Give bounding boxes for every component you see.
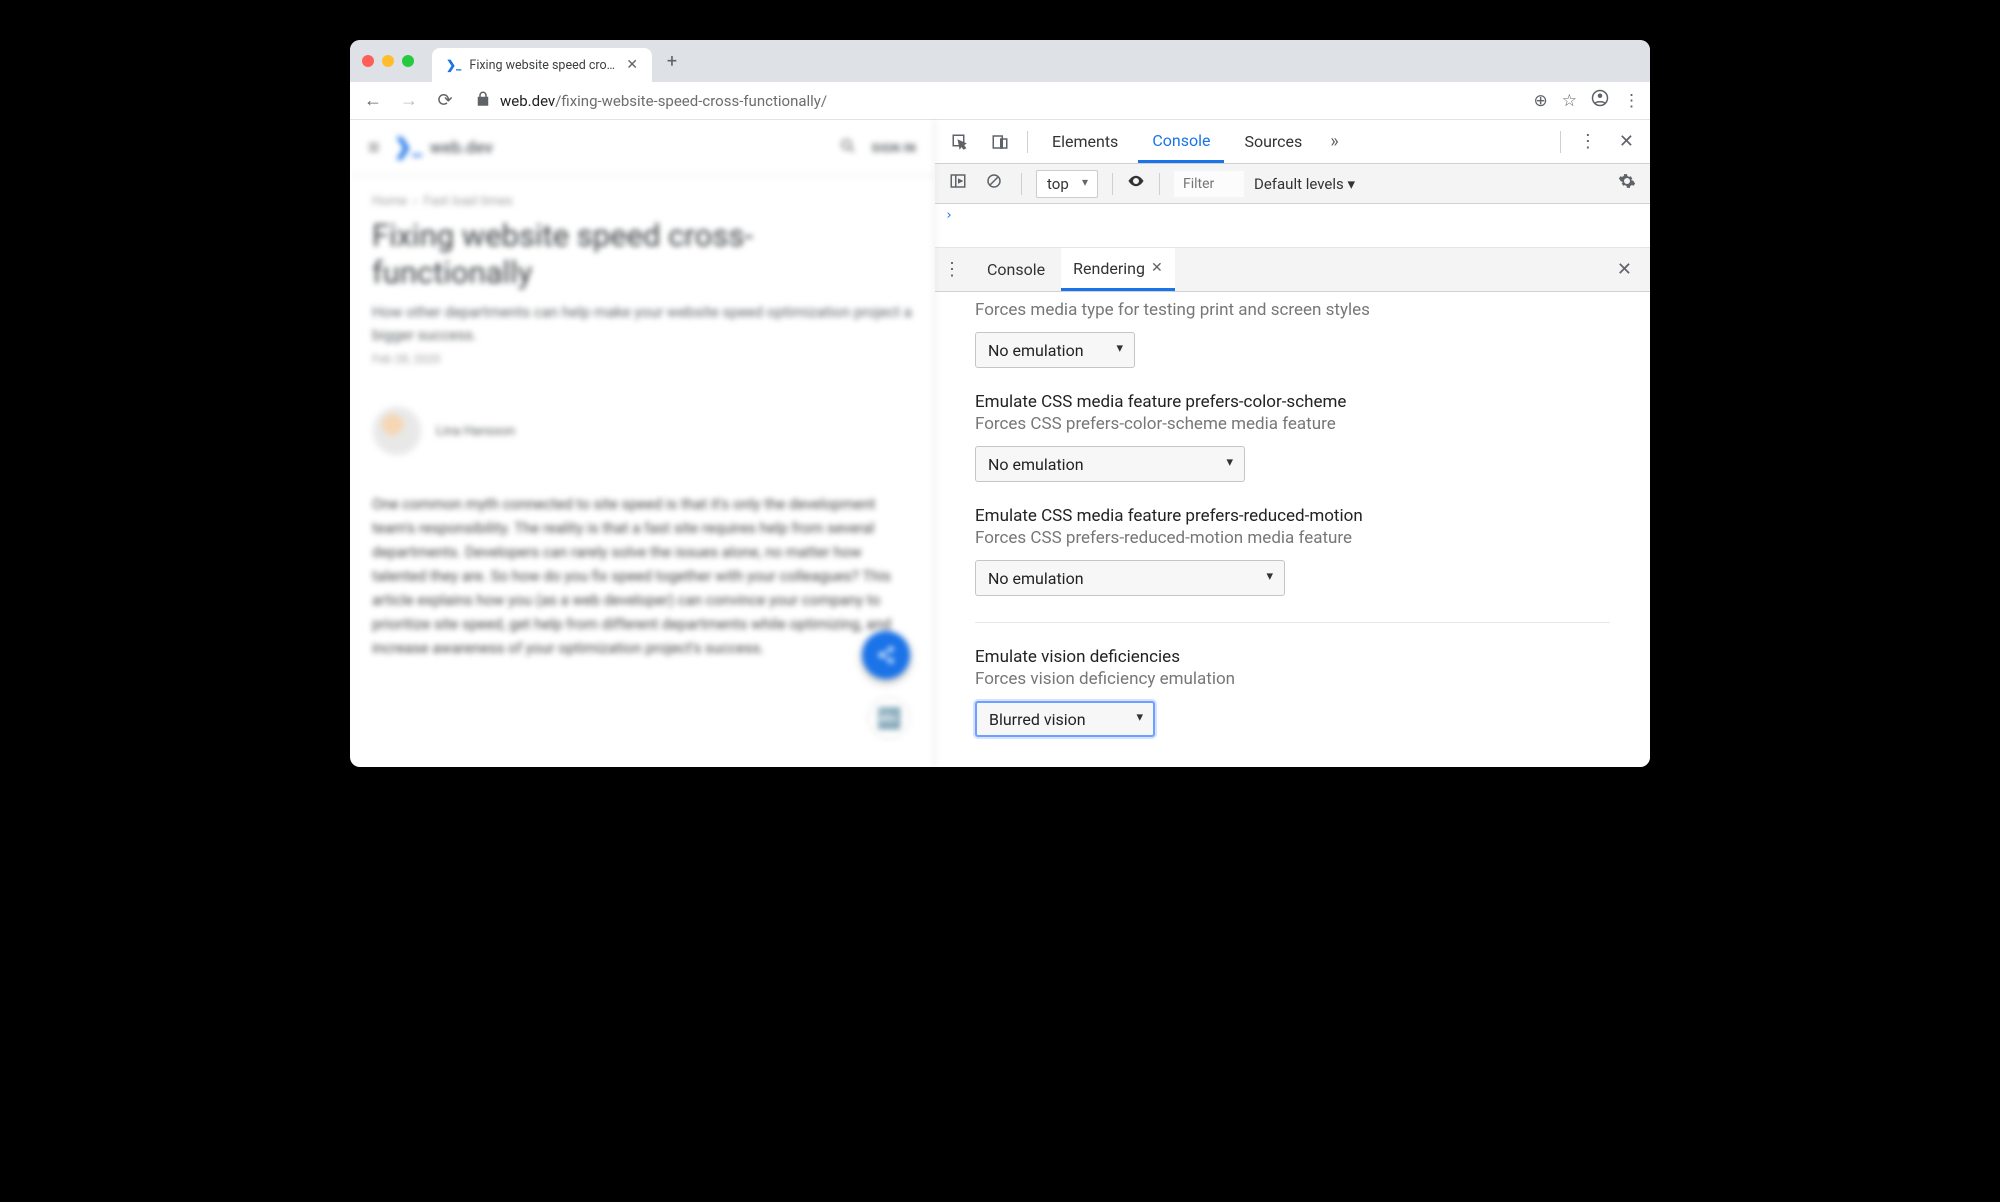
share-button[interactable] — [862, 631, 910, 679]
reload-button[interactable]: ⟳ — [432, 90, 458, 111]
close-tab-icon[interactable]: ✕ — [626, 57, 638, 73]
context-select[interactable]: top — [1036, 170, 1098, 198]
reduced-motion-select[interactable]: No emulation — [975, 560, 1285, 596]
menu-icon[interactable]: ⋮ — [1623, 91, 1640, 111]
window-controls — [362, 55, 414, 67]
console-toolbar: top Default levels ▾ — [935, 164, 1650, 204]
minimize-window[interactable] — [382, 55, 394, 67]
log-levels-select[interactable]: Default levels ▾ — [1254, 175, 1355, 193]
emulate-media-type: Forces media type for testing print and … — [975, 300, 1610, 368]
tab-strip: ❯_ Fixing website speed cross-fun ✕ + — [350, 40, 1650, 82]
author: Lina Hansson — [350, 366, 934, 456]
tab-elements[interactable]: Elements — [1038, 120, 1132, 163]
search-icon[interactable] — [839, 137, 857, 159]
maximize-window[interactable] — [402, 55, 414, 67]
sign-in-button[interactable]: SIGN IN — [871, 141, 916, 155]
drawer-tabs: ⋮ Console Rendering ✕ ✕ — [935, 248, 1650, 292]
new-tab-button[interactable]: + — [658, 47, 686, 75]
drawer-tab-rendering[interactable]: Rendering ✕ — [1061, 248, 1175, 291]
back-button[interactable]: ← — [360, 90, 386, 111]
forward-button[interactable]: → — [396, 90, 422, 111]
emulate-color-scheme: Emulate CSS media feature prefers-color-… — [975, 392, 1610, 482]
emulate-reduced-motion: Emulate CSS media feature prefers-reduce… — [975, 506, 1610, 596]
color-scheme-select[interactable]: No emulation — [975, 446, 1245, 482]
tab-console[interactable]: Console — [1138, 120, 1224, 163]
bookmark-icon[interactable]: ☆ — [1562, 91, 1577, 111]
content-split: ≡ ❯_web.dev SIGN IN Home › Fast load tim… — [350, 120, 1650, 767]
divider — [975, 622, 1610, 623]
devtools-menu-icon[interactable]: ⋮ — [1571, 120, 1605, 163]
favicon-icon: ❯_ — [446, 58, 461, 72]
devtools: Elements Console Sources » ⋮ ✕ top — [935, 120, 1650, 767]
address-bar: ← → ⟳ web.dev/fixing-website-speed-cross… — [350, 82, 1650, 120]
clear-console-icon[interactable] — [981, 172, 1007, 195]
vision-deficiency-select[interactable]: Blurred vision — [975, 701, 1155, 737]
page-subtitle: How other departments can help make your… — [350, 291, 934, 346]
console-settings-icon[interactable] — [1614, 172, 1640, 195]
page-title: Fixing website speed cross-functionally — [350, 209, 934, 291]
site-brand[interactable]: ❯_web.dev — [394, 135, 493, 160]
hamburger-icon[interactable]: ≡ — [368, 135, 380, 160]
live-expression-icon[interactable] — [1127, 172, 1145, 195]
filter-input[interactable] — [1174, 171, 1244, 197]
profile-icon[interactable] — [1591, 89, 1609, 112]
tab-sources[interactable]: Sources — [1230, 120, 1316, 163]
close-rendering-tab-icon[interactable]: ✕ — [1151, 260, 1163, 276]
devtools-tabs: Elements Console Sources » ⋮ ✕ — [935, 120, 1650, 164]
drawer-menu-icon[interactable]: ⋮ — [943, 259, 961, 280]
rendered-page: ≡ ❯_web.dev SIGN IN Home › Fast load tim… — [350, 120, 935, 767]
translate-button[interactable]: 🔤 — [868, 697, 910, 739]
avatar — [372, 406, 422, 456]
article-body: One common myth connected to site speed … — [350, 456, 934, 680]
emulate-vision-deficiencies: Emulate vision deficiencies Forces visio… — [975, 647, 1610, 737]
inspect-element-icon[interactable] — [943, 120, 977, 163]
browser-tab[interactable]: ❯_ Fixing website speed cross-fun ✕ — [432, 48, 652, 82]
media-type-select[interactable]: No emulation — [975, 332, 1135, 368]
url-field[interactable]: web.dev/fixing-website-speed-cross-funct… — [468, 90, 1524, 112]
drawer-tab-console[interactable]: Console — [975, 248, 1057, 291]
author-name: Lina Hansson — [436, 424, 515, 439]
install-icon[interactable]: ⊕ — [1534, 91, 1548, 111]
more-tabs-icon[interactable]: » — [1322, 120, 1346, 163]
brand-icon: ❯_ — [394, 135, 422, 160]
lock-icon — [474, 90, 492, 112]
tab-title: Fixing website speed cross-fun — [469, 58, 618, 73]
browser-window: ❯_ Fixing website speed cross-fun ✕ + ← … — [350, 40, 1650, 767]
device-toolbar-icon[interactable] — [983, 120, 1017, 163]
toolbar-right: ⊕ ☆ ⋮ — [1534, 89, 1641, 112]
rendering-panel: Forces media type for testing print and … — [935, 292, 1650, 767]
close-drawer-icon[interactable]: ✕ — [1617, 259, 1632, 280]
page-date: Feb 28, 2020 — [350, 346, 934, 366]
breadcrumb: Home › Fast load times — [350, 176, 934, 209]
console-output[interactable]: › — [935, 204, 1650, 248]
close-devtools-icon[interactable]: ✕ — [1611, 120, 1642, 163]
sidebar-toggle-icon[interactable] — [945, 172, 971, 195]
close-window[interactable] — [362, 55, 374, 67]
